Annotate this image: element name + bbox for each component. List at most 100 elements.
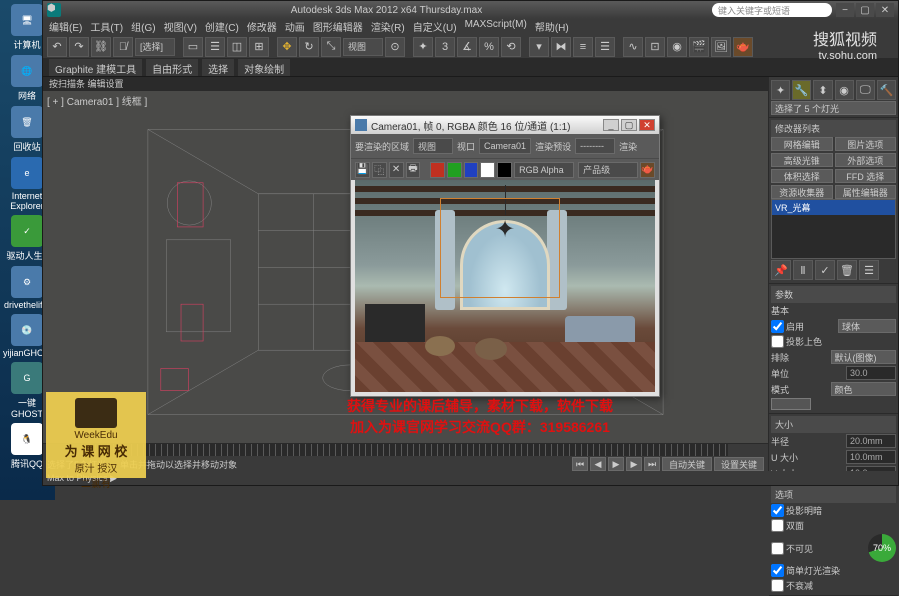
production-dropdown[interactable]: 产品级: [578, 162, 638, 178]
schematic-button[interactable]: ⊡: [645, 37, 665, 57]
pivot-button[interactable]: ⊙: [385, 37, 405, 57]
panel-btn-0[interactable]: 网格编辑: [771, 137, 833, 151]
link-button[interactable]: ⛓: [91, 37, 111, 57]
ribbon-tab-graphite[interactable]: Graphite 建模工具: [49, 59, 142, 76]
goto-start-button[interactable]: ⏮: [572, 457, 588, 471]
hierarchy-tab-icon[interactable]: ⬍: [813, 80, 832, 100]
opt-store-checkbox[interactable]: [771, 579, 784, 592]
ribbon-tab-selection[interactable]: 选择: [202, 59, 234, 76]
render-button[interactable]: 🫖: [733, 37, 753, 57]
panel-btn-6[interactable]: 资源收集器: [771, 185, 833, 199]
type-dropdown[interactable]: 球体: [838, 319, 896, 333]
opt-skylight-checkbox[interactable]: [771, 564, 784, 577]
next-frame-button[interactable]: ▶: [626, 457, 642, 471]
redo-button[interactable]: ↷: [69, 37, 89, 57]
channel-alpha-button[interactable]: [480, 162, 495, 178]
clone-button[interactable]: ⿻: [372, 162, 387, 178]
menu-graph[interactable]: 图形编辑器: [313, 19, 363, 35]
create-tab-icon[interactable]: ✦: [771, 80, 790, 100]
menu-create[interactable]: 创建(C): [205, 19, 239, 35]
manipulate-button[interactable]: ✦: [413, 37, 433, 57]
menu-render[interactable]: 渲染(R): [371, 19, 405, 35]
unlink-button[interactable]: ⛓̸: [113, 37, 133, 57]
modifier-list-header[interactable]: 修改器列表: [771, 120, 896, 137]
stack-item-vrlight[interactable]: VR_光幕: [772, 200, 895, 215]
set-key-button[interactable]: 设置关键: [714, 457, 764, 471]
clear-button[interactable]: ✕: [389, 162, 404, 178]
panel-btn-7[interactable]: 属性编辑器: [835, 185, 897, 199]
title-search-input[interactable]: 键入关键字或短语: [712, 3, 832, 17]
render-max-button[interactable]: ▢: [621, 119, 637, 131]
options-rollout-header[interactable]: 选项: [771, 486, 896, 503]
render-region-frame[interactable]: [440, 198, 560, 298]
render-output-image[interactable]: [355, 180, 655, 392]
unit-input[interactable]: [846, 366, 896, 380]
stack-remove-icon[interactable]: 🗑: [837, 260, 857, 280]
menu-maxscript[interactable]: MAXScript(M): [465, 19, 527, 35]
menu-group[interactable]: 组(G): [131, 19, 155, 35]
minimize-button[interactable]: −: [836, 3, 854, 17]
render-title-bar[interactable]: Camera01, 帧 0, RGBA 颜色 16 位/通道 (1:1) _ ▢…: [351, 116, 659, 134]
menu-modifier[interactable]: 修改器: [247, 19, 277, 35]
percent-snap-button[interactable]: %: [479, 37, 499, 57]
layers-button[interactable]: ☰: [595, 37, 615, 57]
stack-show-icon[interactable]: Ⅱ: [793, 260, 813, 280]
ref-coord-dropdown[interactable]: 视图: [343, 38, 383, 56]
exclude-dropdown[interactable]: 默认(图像): [831, 350, 897, 364]
menu-customize[interactable]: 自定义(U): [413, 19, 457, 35]
render-min-button[interactable]: _: [603, 119, 619, 131]
save-image-button[interactable]: 💾: [355, 162, 370, 178]
angle-snap-button[interactable]: ∡: [457, 37, 477, 57]
half-input[interactable]: [846, 434, 896, 448]
modify-tab-icon[interactable]: 🔧: [792, 80, 811, 100]
rotate-button[interactable]: ↻: [299, 37, 319, 57]
window-crossing-button[interactable]: ⊞: [249, 37, 269, 57]
cast-checkbox[interactable]: [771, 335, 784, 348]
sub-tab-item[interactable]: 按扫描条 编辑设置: [49, 77, 124, 91]
modifier-stack[interactable]: VR_光幕: [771, 199, 896, 259]
mirror-button[interactable]: ⧓: [551, 37, 571, 57]
object-name-field[interactable]: 选择了 5 个灯光: [771, 101, 896, 115]
panel-btn-3[interactable]: 外部选项: [835, 153, 897, 167]
channel-mono-button[interactable]: [497, 162, 512, 178]
play-button[interactable]: ▶: [608, 457, 624, 471]
align-button[interactable]: ≡: [573, 37, 593, 57]
area-dropdown[interactable]: 视图: [413, 138, 453, 154]
utility-tab-icon[interactable]: 🔨: [877, 80, 896, 100]
color-mode-dropdown[interactable]: 颜色: [831, 382, 897, 396]
ribbon-tab-paint[interactable]: 对象绘制: [238, 59, 290, 76]
scale-button[interactable]: ⤡: [321, 37, 341, 57]
color-swatch[interactable]: [771, 398, 811, 410]
render-setup-button[interactable]: 🎬: [689, 37, 709, 57]
opt-both-checkbox[interactable]: [771, 519, 784, 532]
preset-dropdown[interactable]: --------: [575, 138, 615, 154]
stack-unique-icon[interactable]: ✓: [815, 260, 835, 280]
size-rollout-header[interactable]: 大小: [771, 416, 896, 433]
move-button[interactable]: ✥: [277, 37, 297, 57]
maximize-button[interactable]: ▢: [856, 3, 874, 17]
menu-tools[interactable]: 工具(T): [90, 19, 123, 35]
render-teapot-button[interactable]: 🫖: [640, 162, 655, 178]
params-rollout-header[interactable]: 参数: [771, 286, 896, 303]
rect-select-button[interactable]: ◫: [227, 37, 247, 57]
opt-shadow-checkbox[interactable]: [771, 504, 784, 517]
prev-frame-button[interactable]: ◀: [590, 457, 606, 471]
u-input[interactable]: [846, 450, 896, 464]
menu-help[interactable]: 帮助(H): [535, 19, 569, 35]
opt-invisible-checkbox[interactable]: [771, 542, 784, 555]
channel-green-button[interactable]: [447, 162, 462, 178]
panel-btn-1[interactable]: 图片选项: [835, 137, 897, 151]
selection-filter-dropdown[interactable]: [选择]: [135, 38, 175, 56]
menu-view[interactable]: 视图(V): [164, 19, 197, 35]
material-button[interactable]: ◉: [667, 37, 687, 57]
named-sel-button[interactable]: ▾: [529, 37, 549, 57]
select-name-button[interactable]: ☰: [205, 37, 225, 57]
render-frame-window[interactable]: Camera01, 帧 0, RGBA 颜色 16 位/通道 (1:1) _ ▢…: [350, 115, 660, 397]
print-button[interactable]: 🖶: [406, 162, 421, 178]
render-close-button[interactable]: ✕: [639, 119, 655, 131]
curve-editor-button[interactable]: ∿: [623, 37, 643, 57]
viewport-label[interactable]: [ + ] Camera01 ] 线框 ]: [47, 93, 147, 108]
render-frame-button[interactable]: 🖼: [711, 37, 731, 57]
panel-btn-5[interactable]: FFD 选择: [835, 169, 897, 183]
stack-config-icon[interactable]: ☰: [859, 260, 879, 280]
